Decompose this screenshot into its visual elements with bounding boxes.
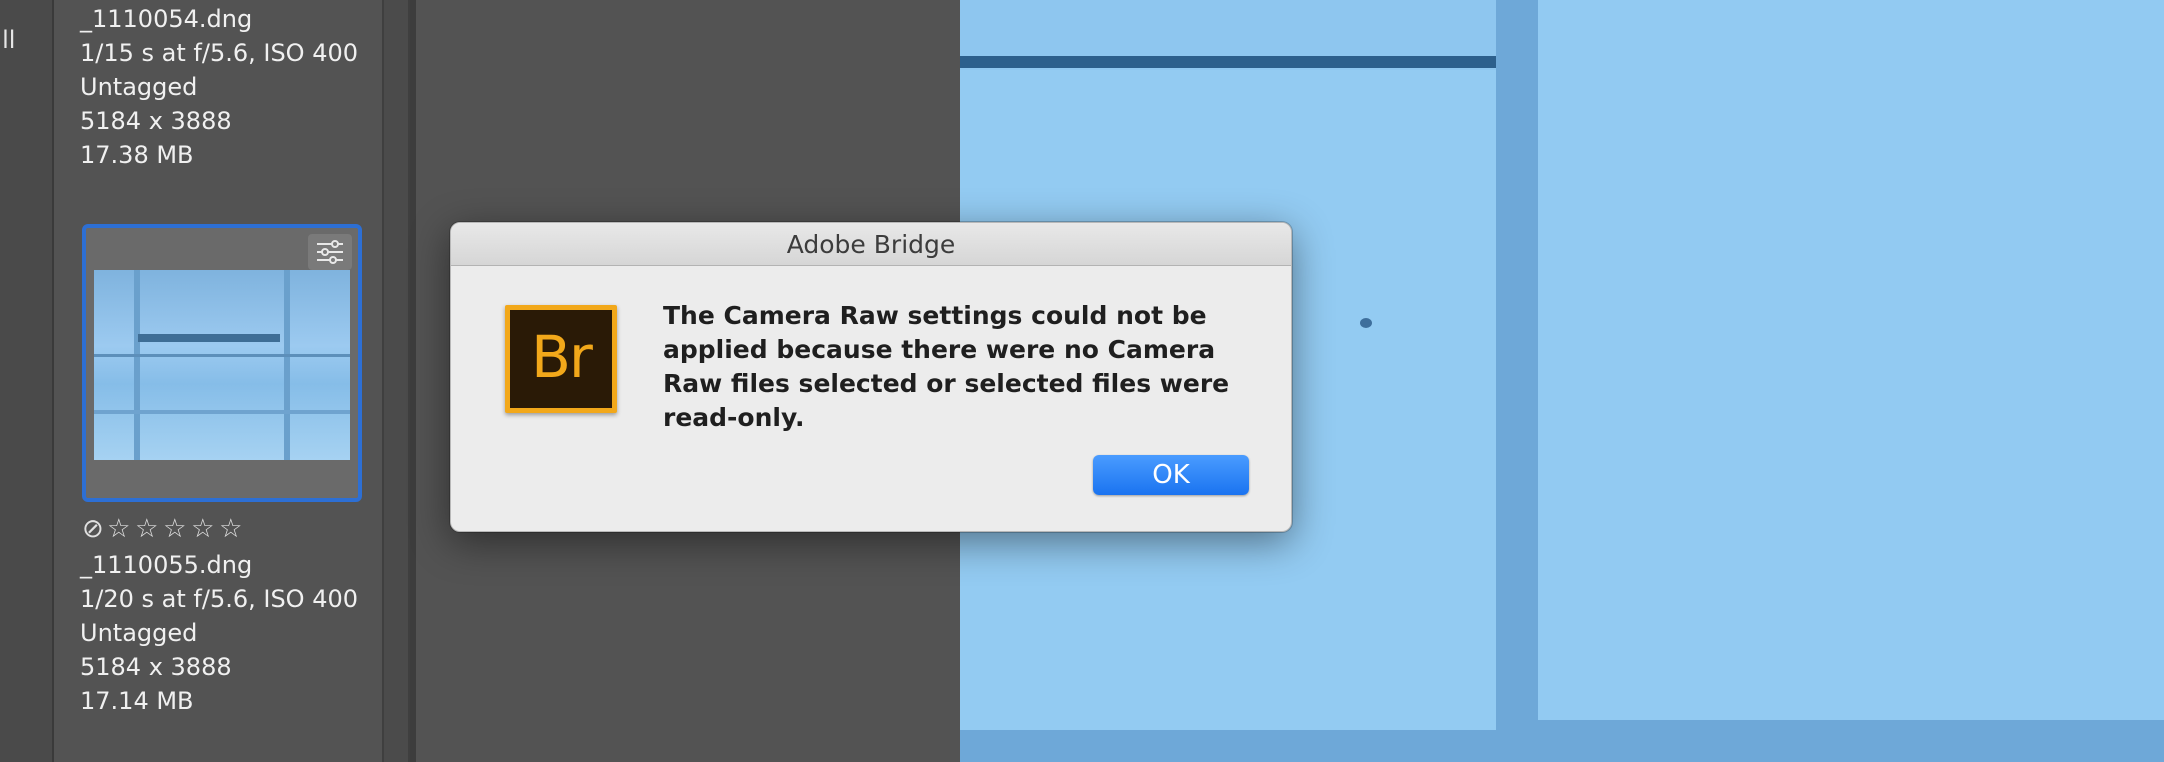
star-icon[interactable]: ☆ xyxy=(162,514,188,544)
star-icon[interactable]: ☆ xyxy=(134,514,160,544)
star-icon[interactable]: ☆ xyxy=(190,514,216,544)
star-icon[interactable]: ☆ xyxy=(218,514,244,544)
reject-icon[interactable]: ⊘ xyxy=(82,514,104,544)
file-tag: Untagged xyxy=(80,73,198,101)
file-name[interactable]: _1110055.dng xyxy=(80,548,358,582)
file-dimensions: 5184 x 3888 xyxy=(80,107,232,135)
ok-button[interactable]: OK xyxy=(1093,455,1249,495)
alert-dialog: Adobe Bridge Br The Camera Raw settings … xyxy=(450,222,1292,532)
file-size: 17.38 MB xyxy=(80,141,194,169)
dialog-titlebar[interactable]: Adobe Bridge xyxy=(451,223,1291,266)
adobe-bridge-app-icon: Br xyxy=(505,305,617,413)
dialog-message: The Camera Raw settings could not be app… xyxy=(663,301,1230,432)
file-tag: Untagged xyxy=(80,619,198,647)
sliders-icon[interactable] xyxy=(308,234,352,270)
thumbnail-selected[interactable] xyxy=(82,224,362,502)
thumbnail-image xyxy=(94,270,350,460)
file-name[interactable]: _1110054.dng xyxy=(80,2,358,36)
rating-row: ⊘ ☆ ☆ ☆ ☆ ☆ xyxy=(82,514,244,544)
file-metadata-1: _1110054.dng 1/15 s at f/5.6, ISO 400 Un… xyxy=(80,2,358,172)
file-metadata-2: _1110055.dng 1/20 s at f/5.6, ISO 400 Un… xyxy=(80,548,358,718)
folders-panel: tall xyxy=(0,0,54,762)
star-icon[interactable]: ☆ xyxy=(106,514,132,544)
dialog-title: Adobe Bridge xyxy=(786,229,956,259)
file-size: 17.14 MB xyxy=(80,687,194,715)
app-window: tall _1110054.dng 1/15 s at f/5.6, ISO 4… xyxy=(0,0,2164,762)
app-icon-text: Br xyxy=(531,323,593,391)
file-exposure: 1/20 s at f/5.6, ISO 400 xyxy=(80,585,359,613)
folders-panel-label: tall xyxy=(0,26,16,54)
file-exposure: 1/15 s at f/5.6, ISO 400 xyxy=(80,39,359,67)
file-dimensions: 5184 x 3888 xyxy=(80,653,232,681)
content-scrollbar[interactable] xyxy=(382,0,410,762)
